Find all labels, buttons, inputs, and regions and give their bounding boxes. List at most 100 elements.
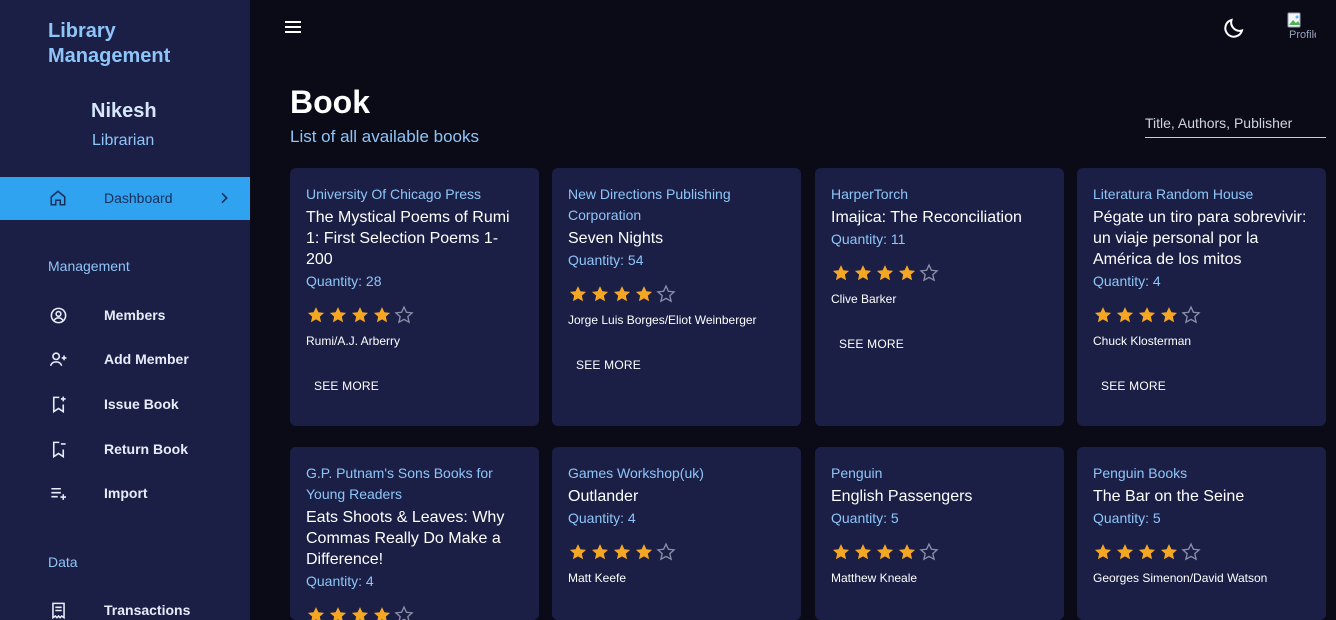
- book-card[interactable]: HarperTorch Imajica: The Reconciliation Qu…: [815, 168, 1064, 426]
- book-card[interactable]: Penguin Books The Bar on the Seine Quantit…: [1077, 447, 1326, 620]
- user-name: Nikesh: [91, 100, 157, 122]
- sidebar-item-transactions[interactable]: Transactions: [0, 595, 250, 620]
- star-filled-icon: [1116, 544, 1134, 560]
- sidebar-item-label: Add Member: [104, 351, 189, 367]
- book-title: The Bar on the Seine: [1093, 488, 1245, 505]
- book-publisher: G.P. Putnam's Sons Books for Young Reade…: [306, 465, 493, 502]
- star-filled-icon: [613, 544, 631, 560]
- sidebar-item-label: Issue Book: [104, 396, 179, 412]
- book-card[interactable]: New Directions Publishing Corporation Sev…: [552, 168, 801, 426]
- broken-image-icon: [1287, 12, 1301, 28]
- book-title: Pégate un tiro para sobrevivir: un viaje…: [1093, 209, 1307, 268]
- moon-icon[interactable]: [1222, 16, 1246, 40]
- book-publisher: Literatura Random House: [1093, 186, 1254, 202]
- star-filled-icon: [832, 265, 850, 281]
- star-filled-icon: [635, 286, 653, 302]
- book-author: Rumi/A.J. Arberry: [306, 334, 401, 348]
- book-card[interactable]: G.P. Putnam's Sons Books for Young Reade…: [290, 447, 539, 620]
- star-filled-icon: [591, 544, 609, 560]
- star-filled-icon: [307, 307, 325, 323]
- star-filled-icon: [1094, 544, 1112, 560]
- star-filled-icon: [591, 286, 609, 302]
- bookmark-add-icon: [52, 396, 66, 414]
- book-quantity: Quantity: 54: [568, 252, 644, 268]
- book-rating: [831, 263, 1048, 285]
- book-rating: [1093, 305, 1310, 327]
- avatar[interactable]: Profile: [1286, 12, 1316, 44]
- star-outline-icon: [656, 542, 676, 561]
- sidebar-item-add-member[interactable]: Add Member: [0, 344, 250, 374]
- book-publisher: Games Workshop(uk): [568, 465, 704, 481]
- star-filled-icon: [373, 607, 391, 620]
- sidebar-item-dashboard[interactable]: Dashboard: [0, 177, 250, 220]
- book-rating: [306, 305, 523, 327]
- book-author: Chuck Klosterman: [1093, 334, 1192, 348]
- search-input[interactable]: [1145, 112, 1326, 134]
- book-card[interactable]: Games Workshop(uk) Outlander Quantity: 4 Ma…: [552, 447, 801, 620]
- see-more-button[interactable]: SEE MORE: [1101, 379, 1166, 393]
- star-filled-icon: [898, 265, 916, 281]
- page-title: Book: [290, 84, 370, 120]
- star-filled-icon: [832, 544, 850, 560]
- star-filled-icon: [1116, 307, 1134, 323]
- section-label-management: Management: [48, 258, 130, 274]
- sidebar-item-members[interactable]: Members: [0, 300, 250, 330]
- star-filled-icon: [1094, 307, 1112, 323]
- app-brand[interactable]: Library Management: [48, 19, 198, 69]
- star-outline-icon: [394, 305, 414, 324]
- see-more-button[interactable]: SEE MORE: [576, 358, 641, 372]
- user-circle-icon: [50, 307, 67, 324]
- star-filled-icon: [898, 544, 916, 560]
- book-author: Matt Keefe: [568, 571, 627, 585]
- book-rating: [831, 542, 1048, 564]
- star-filled-icon: [1160, 307, 1178, 323]
- book-author: Clive Barker: [831, 292, 897, 306]
- star-filled-icon: [373, 307, 391, 323]
- star-outline-icon: [1181, 305, 1201, 324]
- sidebar-item-label: Members: [104, 307, 166, 323]
- star-filled-icon: [1138, 307, 1156, 323]
- book-rating: [568, 542, 785, 564]
- star-outline-icon: [919, 263, 939, 282]
- menu-icon[interactable]: [284, 19, 302, 35]
- sidebar-item-label: Transactions: [104, 602, 191, 618]
- see-more-button[interactable]: SEE MORE: [839, 337, 904, 351]
- star-filled-icon: [351, 307, 369, 323]
- book-title: The Mystical Poems of Rumi 1: First Sele…: [306, 209, 510, 268]
- book-title: Outlander: [568, 488, 639, 505]
- user-plus-icon: [49, 352, 67, 367]
- star-filled-icon: [569, 286, 587, 302]
- star-filled-icon: [876, 544, 894, 560]
- bookmark-remove-icon: [52, 441, 66, 459]
- star-filled-icon: [1138, 544, 1156, 560]
- sidebar-item-issue-book[interactable]: Issue Book: [0, 389, 250, 419]
- book-title: Eats Shoots & Leaves: Why Commas Really …: [306, 509, 505, 568]
- book-publisher: HarperTorch: [831, 186, 909, 202]
- book-title: Seven Nights: [568, 230, 664, 247]
- star-outline-icon: [656, 284, 676, 303]
- star-filled-icon: [635, 544, 653, 560]
- book-quantity: Quantity: 28: [306, 273, 382, 289]
- book-quantity: Quantity: 4: [1093, 273, 1161, 289]
- book-card[interactable]: Literatura Random House Pégate un tiro pa…: [1077, 168, 1326, 426]
- see-more-button[interactable]: SEE MORE: [314, 379, 379, 393]
- sidebar-item-label: Import: [104, 485, 148, 501]
- search-field[interactable]: [1145, 112, 1326, 138]
- book-quantity: Quantity: 4: [568, 510, 636, 526]
- book-card[interactable]: University Of Chicago Press The Mystical …: [290, 168, 539, 426]
- book-quantity: Quantity: 4: [306, 573, 374, 589]
- book-quantity: Quantity: 11: [831, 231, 906, 247]
- book-rating: [306, 605, 523, 620]
- book-publisher: Penguin Books: [1093, 465, 1188, 481]
- book-author: Jorge Luis Borges/Eliot Weinberger: [568, 313, 757, 327]
- star-filled-icon: [329, 607, 347, 620]
- sidebar-item-import[interactable]: Import: [0, 478, 250, 508]
- section-label-data: Data: [48, 554, 78, 570]
- star-filled-icon: [351, 607, 369, 620]
- chevron-right-icon: [221, 192, 228, 204]
- book-card[interactable]: Penguin English Passengers Quantity: 5 Matt…: [815, 447, 1064, 620]
- book-author: Georges Simenon/David Watson: [1093, 571, 1268, 585]
- receipt-icon: [52, 602, 65, 620]
- sidebar-item-return-book[interactable]: Return Book: [0, 434, 250, 464]
- page-subtitle: List of all available books: [290, 127, 480, 146]
